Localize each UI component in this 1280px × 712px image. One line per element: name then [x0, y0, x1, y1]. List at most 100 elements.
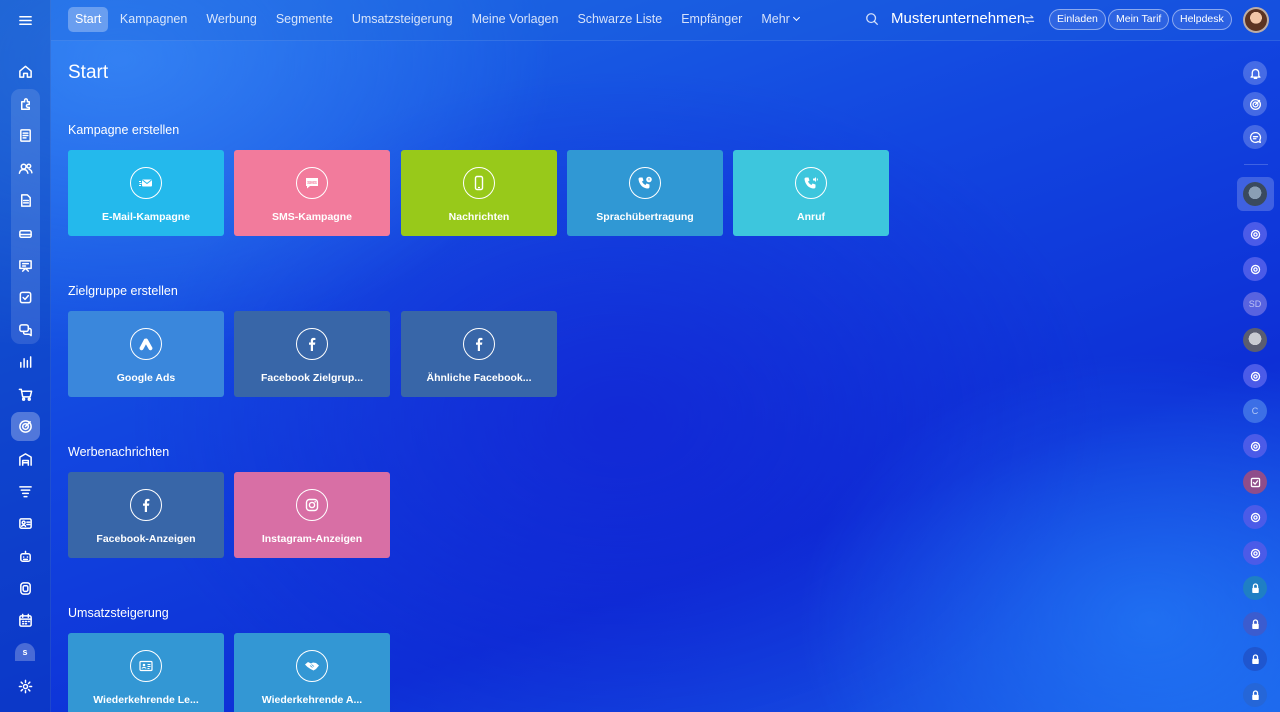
tariff-button[interactable]: Mein Tarif — [1108, 9, 1170, 30]
notification-bell-icon[interactable] — [1243, 61, 1267, 85]
chat-avatar[interactable] — [1243, 182, 1267, 206]
settings-icon[interactable] — [11, 673, 40, 699]
nav-mehr[interactable]: Mehr — [752, 7, 808, 32]
document-icon[interactable] — [11, 187, 40, 213]
nav-start[interactable]: Start — [68, 7, 109, 32]
contact-card-icon — [130, 650, 162, 682]
target-icon[interactable] — [1243, 92, 1267, 116]
google-ads-icon — [130, 328, 162, 360]
handshake-icon — [296, 650, 328, 682]
target-icon[interactable] — [1243, 505, 1267, 529]
tile-label: Sprachübertragung — [596, 211, 694, 223]
tile-facebook-anzeigen[interactable]: Facebook-Anzeigen — [68, 472, 224, 558]
target-icon[interactable] — [1243, 364, 1267, 388]
helpdesk-button[interactable]: Helpdesk — [1172, 9, 1232, 30]
id-card-icon[interactable] — [11, 510, 40, 536]
warehouse-icon[interactable] — [11, 446, 40, 472]
tile-label: Wiederkehrende A... — [261, 694, 363, 706]
nav-schwarze-liste[interactable]: Schwarze Liste — [568, 7, 672, 32]
robot-icon[interactable] — [11, 543, 40, 569]
checkbox-icon[interactable] — [11, 284, 40, 310]
menu-icon[interactable] — [11, 7, 40, 33]
facebook-icon — [296, 328, 328, 360]
home-icon[interactable] — [11, 58, 40, 84]
target-icon[interactable] — [1243, 257, 1267, 281]
contacts-icon[interactable] — [11, 155, 40, 181]
sms-icon: SMS — [296, 167, 328, 199]
section-title-kampagne: Kampagne erstellen — [68, 123, 180, 137]
tile-label: Instagram-Anzeigen — [261, 533, 363, 545]
tile-anruf[interactable]: Anruf — [733, 150, 889, 236]
company-name[interactable]: Musterunternehmen — [891, 10, 1025, 27]
nav-segmente[interactable]: Segmente — [266, 7, 342, 32]
email-icon — [130, 167, 162, 199]
calendar-icon[interactable] — [11, 607, 40, 633]
svg-text:SMS: SMS — [307, 180, 317, 185]
chat-bubble-icon[interactable] — [1243, 125, 1267, 149]
initials-avatar[interactable]: SD — [1243, 292, 1267, 316]
top-bar: Start Kampagnen Werbung Segmente Umsatzs… — [51, 0, 1280, 41]
portal-icon[interactable] — [11, 575, 40, 601]
tile-sms-kampagne[interactable]: SMS SMS-Kampagne — [234, 150, 390, 236]
puzzle-icon[interactable] — [11, 91, 40, 117]
instagram-icon — [296, 489, 328, 521]
tile-nachrichten[interactable]: Nachrichten — [401, 150, 557, 236]
tile-wiederkehrende-auftraege[interactable]: Wiederkehrende A... — [234, 633, 390, 712]
nav-kampagnen[interactable]: Kampagnen — [110, 7, 196, 32]
tile-facebook-zielgruppe[interactable]: Facebook Zielgrup... — [234, 311, 390, 397]
target-icon[interactable] — [1243, 541, 1267, 565]
tile-label: E-Mail-Kampagne — [101, 211, 191, 223]
tile-label: SMS-Kampagne — [272, 211, 352, 223]
tasks-icon[interactable] — [11, 122, 40, 148]
user-badge[interactable]: s — [15, 643, 35, 661]
main-nav: Start Kampagnen Werbung Segmente Umsatzs… — [68, 7, 808, 32]
tile-label: Nachrichten — [448, 211, 510, 223]
invite-button[interactable]: Einladen — [1049, 9, 1106, 30]
chat-icon[interactable] — [11, 316, 40, 342]
target-icon[interactable] — [1243, 434, 1267, 458]
facebook-icon — [130, 489, 162, 521]
nav-umsatzsteigerung[interactable]: Umsatzsteigerung — [342, 7, 462, 32]
tile-google-ads[interactable]: Google Ads — [68, 311, 224, 397]
right-sidebar: SD C — [1232, 41, 1280, 712]
nav-mehr-label: Mehr — [761, 12, 790, 26]
tile-sprachuebertragung[interactable]: Sprachübertragung — [567, 150, 723, 236]
nav-werbung[interactable]: Werbung — [197, 7, 267, 32]
analytics-icon[interactable] — [11, 348, 40, 374]
lock-icon[interactable] — [1243, 647, 1267, 671]
section-title-umsatzsteigerung: Umsatzsteigerung — [68, 606, 169, 620]
chat-avatar[interactable] — [1243, 328, 1267, 352]
switch-icon[interactable] — [1024, 14, 1035, 25]
target-icon[interactable] — [1243, 222, 1267, 246]
tile-email-kampagne[interactable]: E-Mail-Kampagne — [68, 150, 224, 236]
marketing-icon[interactable] — [11, 412, 40, 441]
left-sidebar: s — [0, 0, 51, 712]
nav-empfaenger[interactable]: Empfänger — [672, 7, 752, 32]
lock-icon[interactable] — [1243, 683, 1267, 707]
initials-avatar[interactable]: C — [1243, 399, 1267, 423]
presentation-icon[interactable] — [11, 252, 40, 278]
shop-icon[interactable] — [11, 381, 40, 407]
user-avatar[interactable] — [1243, 7, 1269, 33]
lock-icon[interactable] — [1243, 612, 1267, 636]
tile-label: Facebook-Anzeigen — [96, 533, 196, 545]
chevron-down-icon — [792, 13, 800, 22]
initials-text: C — [1251, 406, 1259, 416]
tasks-icon[interactable] — [1243, 470, 1267, 494]
initials-text: SD — [1248, 299, 1262, 309]
tile-label: Wiederkehrende Le... — [93, 694, 199, 706]
page-title: Start — [68, 62, 109, 83]
search-icon[interactable] — [865, 12, 879, 26]
tile-aehnliche-facebook[interactable]: Ähnliche Facebook... — [401, 311, 557, 397]
divider — [1244, 164, 1268, 165]
tile-instagram-anzeigen[interactable]: Instagram-Anzeigen — [234, 472, 390, 558]
section-title-zielgruppe: Zielgruppe erstellen — [68, 284, 178, 298]
lock-icon[interactable] — [1243, 576, 1267, 600]
section-title-werbenachrichten: Werbenachrichten — [68, 445, 170, 459]
tile-label: Google Ads — [116, 372, 176, 384]
phone-call-icon — [795, 167, 827, 199]
nav-meine-vorlagen[interactable]: Meine Vorlagen — [462, 7, 568, 32]
filter-icon[interactable] — [11, 478, 40, 504]
inventory-icon[interactable] — [11, 220, 40, 246]
tile-wiederkehrende-leads[interactable]: Wiederkehrende Le... — [68, 633, 224, 712]
